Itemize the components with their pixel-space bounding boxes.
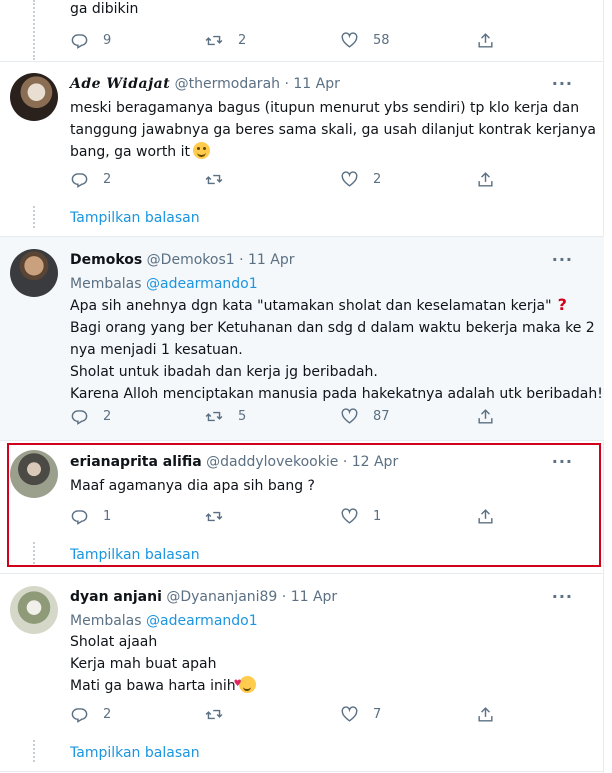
heart-icon — [341, 706, 358, 722]
mention-link[interactable]: @adearmando1 — [146, 613, 258, 629]
tweet-date[interactable]: 11 Apr — [291, 589, 337, 605]
tweet-text: ga dibikin — [70, 1, 139, 17]
thread-connector — [33, 0, 35, 60]
display-name[interactable]: Demokos — [70, 252, 142, 268]
share-icon — [478, 707, 493, 722]
heart-icon — [341, 171, 358, 187]
avatar[interactable] — [10, 586, 58, 634]
replying-to: Membalas @adearmando1 — [70, 613, 258, 629]
reply-count: 2 — [103, 707, 112, 722]
retweet-button[interactable] — [204, 705, 238, 724]
reply-icon — [71, 34, 88, 49]
heart-icon — [341, 408, 358, 424]
thread-connector — [33, 206, 35, 228]
reply-count: 2 — [103, 409, 112, 424]
more-options-icon[interactable]: ··· — [552, 589, 573, 605]
like-count: 87 — [373, 409, 390, 424]
more-options-icon[interactable]: ··· — [552, 76, 573, 92]
dot-separator: · — [281, 589, 287, 605]
reply-count: 2 — [103, 172, 112, 187]
more-options-icon[interactable]: ··· — [552, 252, 573, 268]
share-icon — [478, 172, 493, 187]
retweet-count: 2 — [238, 33, 247, 48]
retweet-count: 5 — [238, 409, 247, 424]
share-button[interactable] — [476, 170, 495, 189]
thread-connector — [33, 740, 35, 762]
divider — [0, 771, 604, 772]
like-button[interactable]: 58 — [340, 31, 390, 50]
divider — [0, 573, 604, 574]
share-button[interactable] — [476, 31, 495, 50]
avatar[interactable] — [10, 249, 58, 297]
tweet-actions: 2 5 87 — [70, 407, 500, 427]
display-name[interactable]: dyan anjani — [70, 589, 162, 605]
tweet-actions: 2 7 — [70, 705, 500, 725]
tweet-actions: 9 2 58 — [70, 31, 500, 51]
like-button[interactable]: 87 — [340, 407, 390, 426]
divider — [0, 440, 604, 441]
heart-icon — [341, 32, 358, 48]
like-count: 7 — [373, 707, 382, 722]
share-button[interactable] — [476, 407, 495, 426]
reply-button[interactable]: 2 — [70, 170, 111, 189]
reply-button[interactable]: 9 — [70, 31, 111, 50]
retweet-icon — [205, 709, 223, 720]
reply-button[interactable]: 2 — [70, 407, 111, 426]
like-count: 2 — [373, 172, 382, 187]
tweet-header: Ade Widajat @thermodarah · 11 Apr — [70, 75, 340, 93]
like-count: 58 — [373, 33, 390, 48]
tweet-text: Apa sih anehnya dgn kata "utamakan shola… — [70, 295, 603, 402]
tweet-date[interactable]: 11 Apr — [248, 252, 294, 268]
user-handle[interactable]: @thermodarah — [175, 76, 280, 92]
replying-to: Membalas @adearmando1 — [70, 276, 258, 292]
avatar[interactable] — [10, 73, 58, 121]
tweet-header: Demokos @Demokos1 · 11 Apr — [70, 251, 295, 269]
dot-separator: · — [239, 252, 244, 268]
tweet-actions: 2 2 — [70, 170, 500, 190]
display-name[interactable]: Ade Widajat — [70, 76, 170, 92]
retweet-icon — [205, 411, 223, 422]
retweet-icon — [205, 35, 223, 46]
share-icon — [478, 33, 493, 48]
user-handle[interactable]: @Dyananjani89 — [166, 589, 277, 605]
reply-icon — [71, 708, 88, 723]
user-handle[interactable]: @Demokos1 — [147, 252, 235, 268]
tweet-date[interactable]: 11 Apr — [293, 76, 339, 92]
retweet-icon — [205, 174, 223, 185]
show-replies-link[interactable]: Tampilkan balasan — [70, 210, 200, 226]
share-icon — [478, 409, 493, 424]
reply-icon — [71, 173, 88, 188]
like-button[interactable]: 2 — [340, 170, 381, 189]
mention-link[interactable]: @adearmando1 — [146, 276, 258, 292]
retweet-button[interactable] — [204, 170, 238, 189]
tweet-text: meski beragamanya bagus (itupun menurut … — [70, 100, 596, 160]
share-button[interactable] — [476, 705, 495, 724]
smiling-face-with-hearts-emoji — [234, 673, 256, 695]
dot-separator: · — [284, 76, 289, 92]
retweet-button[interactable]: 5 — [204, 407, 246, 426]
reply-thread: ga dibikin 9 2 58 Ade Widajat @thermodar… — [0, 0, 604, 773]
highlight-box — [7, 443, 601, 567]
tweet-text: Sholat ajaah Kerja mah buat apah Mati ga… — [70, 631, 570, 697]
question-mark-emoji: ? — [557, 295, 567, 314]
smiling-face-emoji — [193, 142, 211, 159]
tweet-header: dyan anjani @Dyananjani89 · 11 Apr — [70, 588, 337, 606]
show-replies-link[interactable]: Tampilkan balasan — [70, 745, 200, 761]
retweet-button[interactable]: 2 — [204, 31, 246, 50]
like-button[interactable]: 7 — [340, 705, 381, 724]
reply-button[interactable]: 2 — [70, 705, 111, 724]
reply-icon — [71, 410, 88, 425]
reply-count: 9 — [103, 33, 112, 48]
divider — [0, 61, 604, 62]
